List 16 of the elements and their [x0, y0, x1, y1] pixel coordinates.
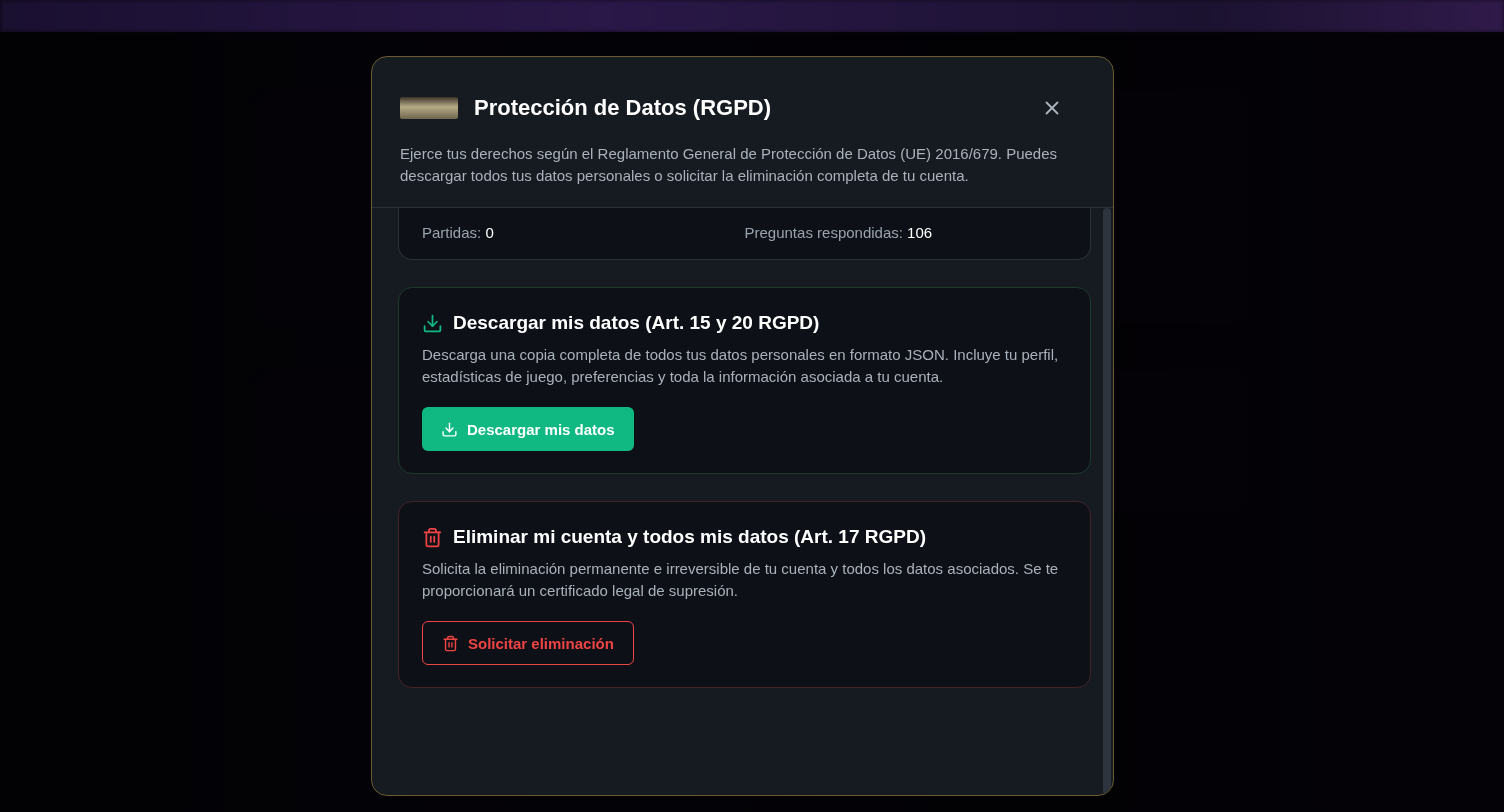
trash-icon — [422, 526, 443, 548]
trash-icon — [442, 634, 459, 652]
download-icon — [441, 420, 458, 438]
card-description: Solicita la eliminación permanente e irreversible de tu cuenta y todos los datos asociados. Se te proporcionará un certificado legal de supresión. — [422, 559, 1060, 601]
card-title: Eliminar mi cuenta y todos mis datos (Art. 17 RGPD) — [453, 526, 926, 548]
request-deletion-button[interactable]: Solicitar eliminación — [422, 621, 634, 665]
scrollbar-thumb[interactable] — [1103, 208, 1111, 795]
dialog-title: Protección de Datos (RGPD) — [474, 95, 773, 121]
card-description: Descarga una copia completa de todos tus datos personales en formato JSON. Incluye tu perfil, estadísticas de juego, preferencias y toda la información asociada a tu cuenta. — [422, 345, 1060, 387]
stat-text: Preguntas respondidas: 106 — [744, 224, 933, 241]
download-button[interactable]: Descargar mis datos — [422, 407, 634, 451]
photo-placeholder — [400, 97, 458, 119]
dialog-description: Ejerce tus derechos según el Reglamento General de Protección de Datos (UE) 2016/679. Puedes descargar todos tus datos personales o solicitar la eliminación completa de tu cuenta. — [400, 144, 1059, 186]
card-title: Descargar mis datos (Art. 15 y 20 RGPD) — [453, 312, 820, 334]
stat-text: Partidas: 0 — [422, 224, 494, 241]
download-icon — [422, 312, 443, 334]
